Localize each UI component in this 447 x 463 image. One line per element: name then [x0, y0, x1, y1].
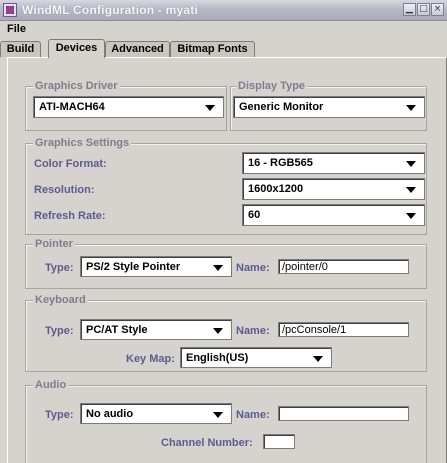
- key-map-select[interactable]: English(US): [180, 347, 332, 368]
- resolution-value: 1600x1200: [248, 183, 304, 195]
- display-type-value: Generic Monitor: [239, 101, 324, 113]
- keyboard-type-label: Type:: [45, 325, 74, 337]
- graphics-settings-legend: Graphics Settings: [33, 137, 132, 149]
- pointer-type-value: PS/2 Style Pointer: [86, 260, 181, 273]
- refresh-rate-select[interactable]: 60: [242, 204, 425, 226]
- chevron-down-icon: [406, 213, 416, 219]
- keyboard-legend: Keyboard: [33, 294, 88, 306]
- audio-type-label: Type:: [45, 409, 74, 421]
- chevron-down-icon: [406, 105, 416, 111]
- pointer-type-select[interactable]: PS/2 Style Pointer: [80, 256, 232, 277]
- graphics-driver-select[interactable]: ATI-MACH64: [33, 96, 224, 118]
- resolution-select[interactable]: 1600x1200: [242, 178, 425, 200]
- keyboard-name-label: Name:: [236, 325, 270, 337]
- tab-bitmap-fonts[interactable]: Bitmap Fonts: [170, 41, 255, 57]
- resolution-label: Resolution:: [34, 184, 95, 196]
- audio-type-value: No audio: [86, 407, 134, 420]
- chevron-down-icon: [406, 187, 416, 193]
- audio-type-select[interactable]: No audio: [80, 403, 232, 424]
- channel-number-input[interactable]: [263, 434, 295, 449]
- chevron-down-icon: [213, 327, 223, 334]
- key-map-value: English(US): [186, 351, 249, 364]
- chevron-down-icon: [313, 355, 323, 362]
- window-title: WindML Configuration - myati: [22, 3, 198, 17]
- menu-file[interactable]: File: [7, 23, 26, 35]
- graphics-driver-value: ATI-MACH64: [39, 101, 105, 113]
- tab-devices[interactable]: Devices: [48, 39, 105, 58]
- menu-bar: [0, 21, 447, 38]
- keyboard-type-select[interactable]: PC/AT Style: [80, 319, 232, 340]
- minimize-icon[interactable]: ▁: [403, 3, 416, 16]
- pointer-name-input[interactable]: /pointer/0: [278, 259, 409, 274]
- audio-group: [25, 385, 427, 463]
- audio-name-input[interactable]: [278, 406, 409, 421]
- display-type-legend: Display Type: [236, 80, 308, 92]
- pointer-name-label: Name:: [236, 262, 270, 274]
- audio-name-label: Name:: [236, 409, 270, 421]
- channel-number-label: Channel Number:: [161, 437, 253, 449]
- graphics-driver-legend: Graphics Driver: [33, 80, 120, 92]
- color-format-select[interactable]: 16 - RGB565: [242, 152, 425, 174]
- pointer-legend: Pointer: [33, 238, 75, 250]
- keyboard-type-value: PC/AT Style: [86, 323, 148, 336]
- keyboard-name-input[interactable]: /pcConsole/1: [278, 322, 409, 337]
- refresh-rate-value: 60: [248, 209, 261, 221]
- audio-legend: Audio: [33, 379, 69, 391]
- pointer-type-label: Type:: [45, 262, 74, 274]
- maximize-icon[interactable]: □: [417, 3, 430, 16]
- chevron-down-icon: [213, 411, 223, 418]
- close-icon[interactable]: ×: [431, 3, 444, 16]
- chevron-down-icon: [406, 161, 416, 167]
- color-format-label: Color Format:: [34, 158, 107, 170]
- key-map-label: Key Map:: [126, 353, 175, 365]
- chevron-down-icon: [205, 105, 215, 111]
- color-format-value: 16 - RGB565: [248, 157, 313, 169]
- tab-advanced[interactable]: Advanced: [105, 41, 170, 57]
- tab-build[interactable]: Build: [0, 41, 41, 57]
- display-type-select[interactable]: Generic Monitor: [233, 96, 425, 118]
- refresh-rate-label: Refresh Rate:: [34, 210, 106, 222]
- chevron-down-icon: [213, 264, 223, 271]
- app-icon[interactable]: [3, 3, 17, 17]
